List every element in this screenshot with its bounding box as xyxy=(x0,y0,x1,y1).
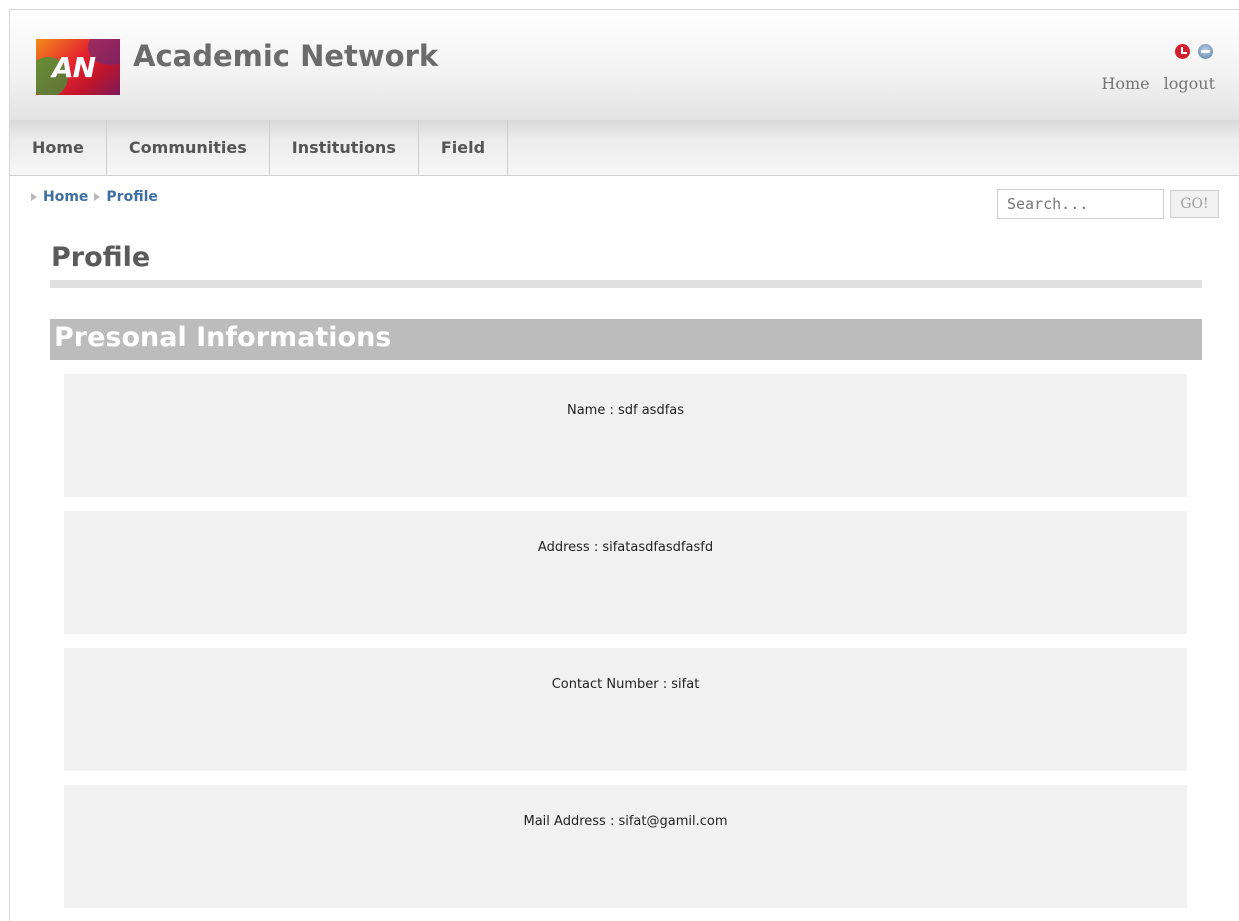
logout-link[interactable]: logout xyxy=(1164,74,1215,93)
header-home-link[interactable]: Home xyxy=(1101,74,1149,93)
site-title: Academic Network xyxy=(133,39,439,73)
nav-item-field[interactable]: Field xyxy=(419,120,509,175)
breadcrumb-home[interactable]: Home xyxy=(43,189,88,205)
page-frame: AN Academic Network Home logout Home Com… xyxy=(9,9,1239,921)
field-name: Name : sdf asdfas xyxy=(64,374,1187,497)
nav-item-home[interactable]: Home xyxy=(10,120,107,175)
nav-item-institutions[interactable]: Institutions xyxy=(270,120,419,175)
section-title: Presonal Informations xyxy=(54,322,392,353)
clock-icon[interactable] xyxy=(1175,44,1190,59)
search-input[interactable] xyxy=(997,189,1164,219)
mail-icon[interactable] xyxy=(1198,44,1213,59)
page-title: Profile xyxy=(51,242,151,273)
breadcrumb: Home Profile xyxy=(31,189,158,205)
field-mail-address-text: Mail Address : sifat@gamil.com xyxy=(523,814,728,829)
site-header: AN Academic Network Home logout xyxy=(10,10,1239,120)
header-icons xyxy=(1175,44,1213,59)
breadcrumb-profile[interactable]: Profile xyxy=(106,189,157,205)
field-address-text: Address : sifatasdfasdfasfd xyxy=(537,540,714,555)
field-contact-number: Contact Number : sifat xyxy=(64,648,1187,771)
site-logo[interactable]: AN xyxy=(36,39,120,95)
title-divider xyxy=(50,280,1202,288)
search-go-button[interactable]: GO! xyxy=(1170,190,1219,218)
breadcrumb-arrow-icon xyxy=(94,193,101,201)
field-name-text: Name : sdf asdfas xyxy=(566,403,685,418)
nav-item-communities[interactable]: Communities xyxy=(107,120,270,175)
field-address: Address : sifatasdfasdfasfd xyxy=(64,511,1187,634)
header-links: Home logout xyxy=(1101,74,1215,93)
section-header: Presonal Informations xyxy=(50,319,1202,360)
logo-text: AN xyxy=(52,51,96,84)
main-nav: Home Communities Institutions Field xyxy=(10,120,1239,176)
field-contact-number-text: Contact Number : sifat xyxy=(551,677,700,692)
breadcrumb-arrow-icon xyxy=(31,193,37,201)
field-mail-address: Mail Address : sifat@gamil.com xyxy=(64,785,1187,908)
